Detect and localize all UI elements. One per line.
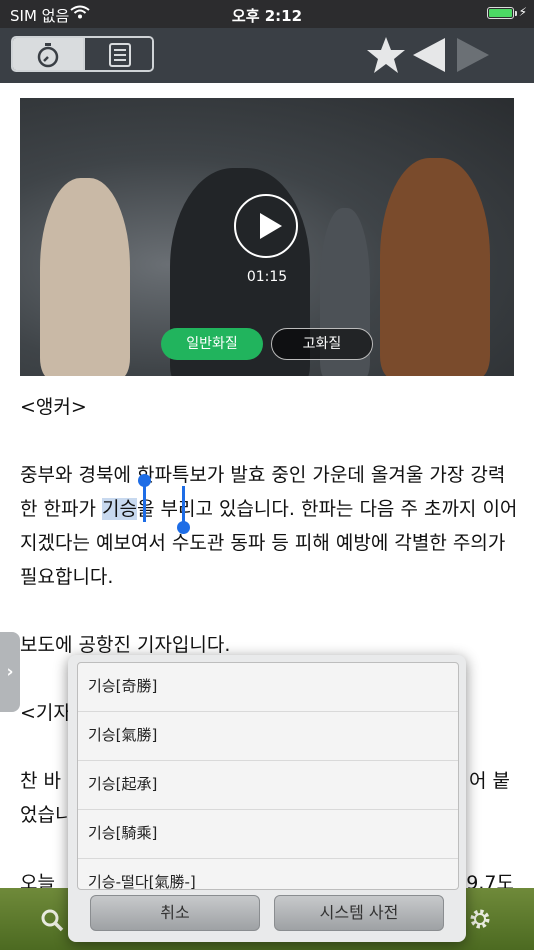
gear-icon[interactable] — [468, 907, 492, 931]
stopwatch-icon — [37, 43, 59, 68]
play-button[interactable] — [234, 194, 298, 258]
paragraph-3-right: 어 붙 — [469, 770, 510, 792]
search-icon[interactable] — [40, 908, 64, 932]
dictionary-item[interactable]: 기승[氣勝] — [78, 712, 458, 761]
star-icon[interactable] — [366, 36, 406, 74]
tab-list[interactable] — [83, 38, 152, 70]
charging-icon: ⚡ — [518, 5, 527, 19]
anchor-tag: <앵커> — [20, 396, 87, 418]
dictionary-result-list[interactable]: 기승[奇勝] 기승[氣勝] 기승[起承] 기승[騎乘] 기승-떨다[氣勝-] — [77, 662, 459, 890]
dictionary-popup: 기승[奇勝] 기승[氣勝] 기승[起承] 기승[騎乘] 기승-떨다[氣勝-] 취… — [68, 655, 466, 942]
dictionary-item[interactable]: 기승-떨다[氣勝-] — [78, 859, 458, 889]
dictionary-item[interactable]: 기승[起承] — [78, 761, 458, 810]
tab-stopwatch[interactable] — [13, 38, 83, 70]
forward-arrow-icon[interactable] — [456, 37, 490, 73]
cancel-button[interactable]: 취소 — [90, 895, 260, 931]
quality-normal-button[interactable]: 일반화질 — [161, 328, 263, 360]
quality-high-button[interactable]: 고화질 — [271, 328, 373, 360]
selection-start-handle[interactable] — [143, 480, 146, 522]
system-dictionary-button[interactable]: 시스템 사전 — [274, 895, 444, 931]
view-segmented-control — [11, 36, 154, 72]
side-drawer-tab[interactable]: › — [0, 632, 20, 712]
paragraph-3-left: 찬 바 — [20, 770, 61, 792]
dictionary-item[interactable]: 기승[奇勝] — [78, 663, 458, 712]
battery-cap — [515, 11, 517, 16]
back-arrow-icon[interactable] — [412, 37, 446, 73]
battery-icon — [487, 7, 514, 19]
selection-end-knob[interactable] — [177, 521, 190, 534]
video-duration: 01:15 — [246, 269, 288, 285]
list-icon — [109, 43, 131, 67]
chevron-right-icon: › — [6, 662, 14, 682]
dictionary-item[interactable]: 기승[騎乘] — [78, 810, 458, 859]
article-paragraph-1[interactable]: 중부와 경북에 한파특보가 발효 중인 가운데 올겨울 가장 강력한 한파가 기… — [20, 458, 520, 594]
video-player[interactable]: 01:15 일반화질 고화질 — [20, 98, 514, 376]
status-time: 오후 2:12 — [231, 7, 303, 25]
video-figure-right — [380, 158, 490, 376]
video-figure-left — [40, 178, 130, 376]
top-toolbar — [0, 28, 534, 83]
selected-word[interactable]: 기승 — [102, 498, 137, 520]
status-bar: SIM 없음 오후 2:12 ⚡ — [0, 0, 534, 28]
